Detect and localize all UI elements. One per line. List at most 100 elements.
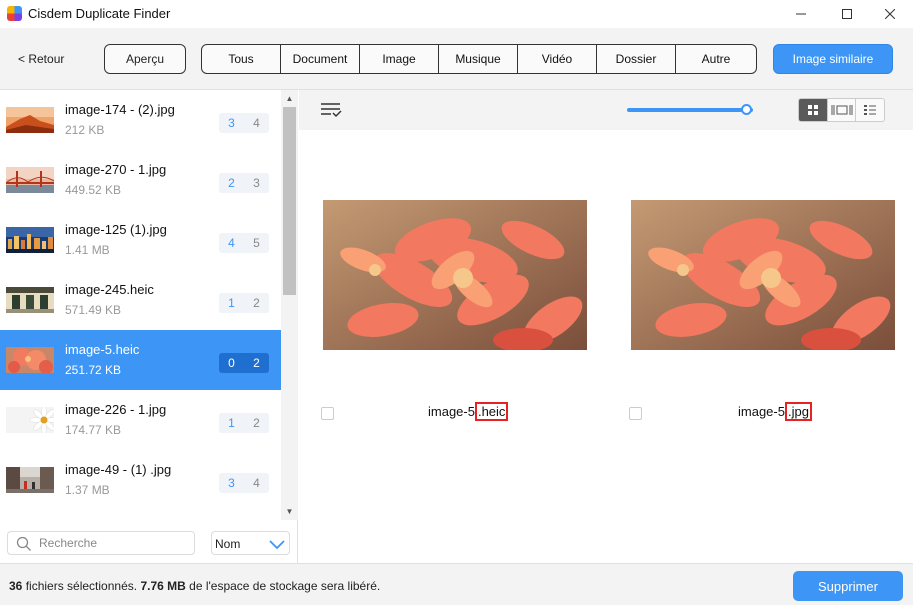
count-a: 3 — [228, 116, 235, 130]
selection-summary: 36 fichiers sélectionnés. 7.76 MB de l'e… — [9, 579, 380, 593]
file-size: 1.37 MB — [65, 483, 110, 497]
file-name-prefix: image-5 — [428, 404, 475, 419]
file-size: 174.77 KB — [65, 423, 122, 437]
delete-button[interactable]: Supprimer — [793, 571, 903, 601]
title-bar: Cisdem Duplicate Finder — [0, 0, 913, 28]
thumbnail — [6, 347, 54, 373]
image-preview-jpg[interactable] — [631, 200, 895, 350]
list-view-button[interactable] — [856, 99, 884, 121]
preview-file-name: image-5 .jpg — [738, 402, 812, 421]
duplicate-counts: 3 4 — [219, 113, 269, 133]
zoom-slider-track[interactable] — [627, 108, 753, 112]
file-size: 1.41 MB — [65, 243, 110, 257]
list-item[interactable]: image-174 - (2).jpg 212 KB 3 4 — [0, 90, 281, 150]
file-size: 251.72 KB — [65, 363, 122, 377]
tab-dossier[interactable]: Dossier — [597, 45, 676, 73]
status-bar: 36 fichiers sélectionnés. 7.76 MB de l'e… — [0, 563, 913, 605]
grid-view-button[interactable] — [799, 99, 828, 121]
selected-count: 36 — [9, 579, 23, 593]
compare-view-icon — [831, 105, 852, 115]
search-input[interactable] — [39, 535, 189, 551]
file-name: image-226 - 1.jpg — [65, 402, 167, 417]
file-extension-highlight: .heic — [474, 402, 509, 421]
view-mode-switch — [798, 98, 885, 122]
count-a: 0 — [228, 356, 235, 370]
zoom-slider-handle[interactable] — [740, 104, 752, 115]
similar-image-button[interactable]: Image similaire — [773, 44, 893, 74]
app-title: Cisdem Duplicate Finder — [28, 6, 171, 21]
scroll-thumb[interactable] — [283, 107, 296, 295]
list-item[interactable]: image-270 - 1.jpg 449.52 KB 2 3 — [0, 150, 281, 210]
app-logo-icon — [7, 6, 22, 21]
scroll-up-icon[interactable]: ▲ — [281, 90, 298, 107]
freed-size: 7.76 MB — [140, 579, 186, 593]
file-name: image-270 - 1.jpg — [65, 162, 167, 177]
select-options-icon[interactable] — [320, 101, 342, 119]
count-a: 4 — [228, 236, 235, 250]
file-size: 449.52 KB — [65, 183, 122, 197]
close-button[interactable] — [867, 0, 913, 28]
count-a: 3 — [228, 476, 235, 490]
count-b: 4 — [253, 116, 260, 130]
scroll-down-icon[interactable]: ▼ — [281, 503, 298, 520]
summary-text-1: fichiers sélectionnés. — [25, 579, 138, 593]
list-item[interactable]: image-125 (1).jpg 1.41 MB 4 5 — [0, 210, 281, 270]
list-scrollbar[interactable]: ▲ ▼ — [281, 90, 298, 520]
chevron-down-icon — [269, 540, 285, 550]
count-a: 1 — [228, 296, 235, 310]
duplicate-counts: 3 4 — [219, 473, 269, 493]
thumbnail — [6, 167, 54, 193]
duplicate-counts: 0 2 — [219, 353, 269, 373]
count-b: 2 — [253, 356, 260, 370]
file-name: image-5.heic — [65, 342, 140, 357]
preview-button[interactable]: Aperçu — [104, 44, 186, 74]
back-button[interactable]: < Retour — [18, 52, 64, 66]
sort-select[interactable]: Nom — [211, 531, 290, 555]
file-list-panel: image-174 - (2).jpg 212 KB 3 4 image-270… — [0, 90, 298, 563]
tab-document[interactable]: Document — [281, 45, 360, 73]
preview-file-name: image-5 .heic — [428, 402, 509, 421]
duplicate-counts: 2 3 — [219, 173, 269, 193]
compare-view-button[interactable] — [828, 99, 857, 121]
thumbnail — [6, 407, 54, 433]
list-item[interactable]: image-5.heic 251.72 KB 0 2 — [0, 330, 281, 390]
file-size: 571.49 KB — [65, 303, 122, 317]
select-checkbox-heic[interactable] — [321, 407, 334, 420]
search-icon — [16, 536, 31, 551]
maximize-button[interactable] — [824, 0, 870, 28]
select-checkbox-jpg[interactable] — [629, 407, 642, 420]
main-toolbar: < Retour Aperçu Tous Document Image Musi… — [0, 28, 913, 90]
count-b: 5 — [253, 236, 260, 250]
list-item[interactable]: image-49 - (1) .jpg 1.37 MB 3 4 — [0, 450, 281, 510]
grid-view-icon — [807, 105, 818, 115]
duplicate-counts: 1 2 — [219, 293, 269, 313]
count-b: 4 — [253, 476, 260, 490]
preview-toolbar — [299, 90, 913, 130]
file-name-prefix: image-5 — [738, 404, 785, 419]
thumbnail — [6, 287, 54, 313]
tab-tous[interactable]: Tous — [202, 45, 281, 73]
count-a: 1 — [228, 416, 235, 430]
file-list: image-174 - (2).jpg 212 KB 3 4 image-270… — [0, 90, 281, 520]
minimize-button[interactable] — [778, 0, 824, 28]
list-item[interactable]: image-245.heic 571.49 KB 1 2 — [0, 270, 281, 330]
count-b: 2 — [253, 296, 260, 310]
image-preview-heic[interactable] — [323, 200, 587, 350]
duplicate-counts: 1 2 — [219, 413, 269, 433]
tab-musique[interactable]: Musique — [439, 45, 518, 73]
tab-image[interactable]: Image — [360, 45, 439, 73]
summary-text-2: de l'espace de stockage sera libéré. — [189, 579, 381, 593]
file-name: image-125 (1).jpg — [65, 222, 167, 237]
file-name: image-174 - (2).jpg — [65, 102, 175, 117]
list-item[interactable]: image-226 - 1.jpg 174.77 KB 1 2 — [0, 390, 281, 450]
thumbnail — [6, 467, 54, 493]
file-name: image-245.heic — [65, 282, 154, 297]
file-extension-highlight: .jpg — [784, 402, 812, 421]
thumbnail — [6, 107, 54, 133]
category-tabs: Tous Document Image Musique Vidéo Dossie… — [201, 44, 757, 74]
tab-autre[interactable]: Autre — [676, 45, 756, 73]
thumbnail — [6, 227, 54, 253]
preview-panel: image-5 .heic image-5 .jpg — [299, 90, 913, 563]
search-box[interactable] — [7, 531, 195, 555]
tab-video[interactable]: Vidéo — [518, 45, 597, 73]
